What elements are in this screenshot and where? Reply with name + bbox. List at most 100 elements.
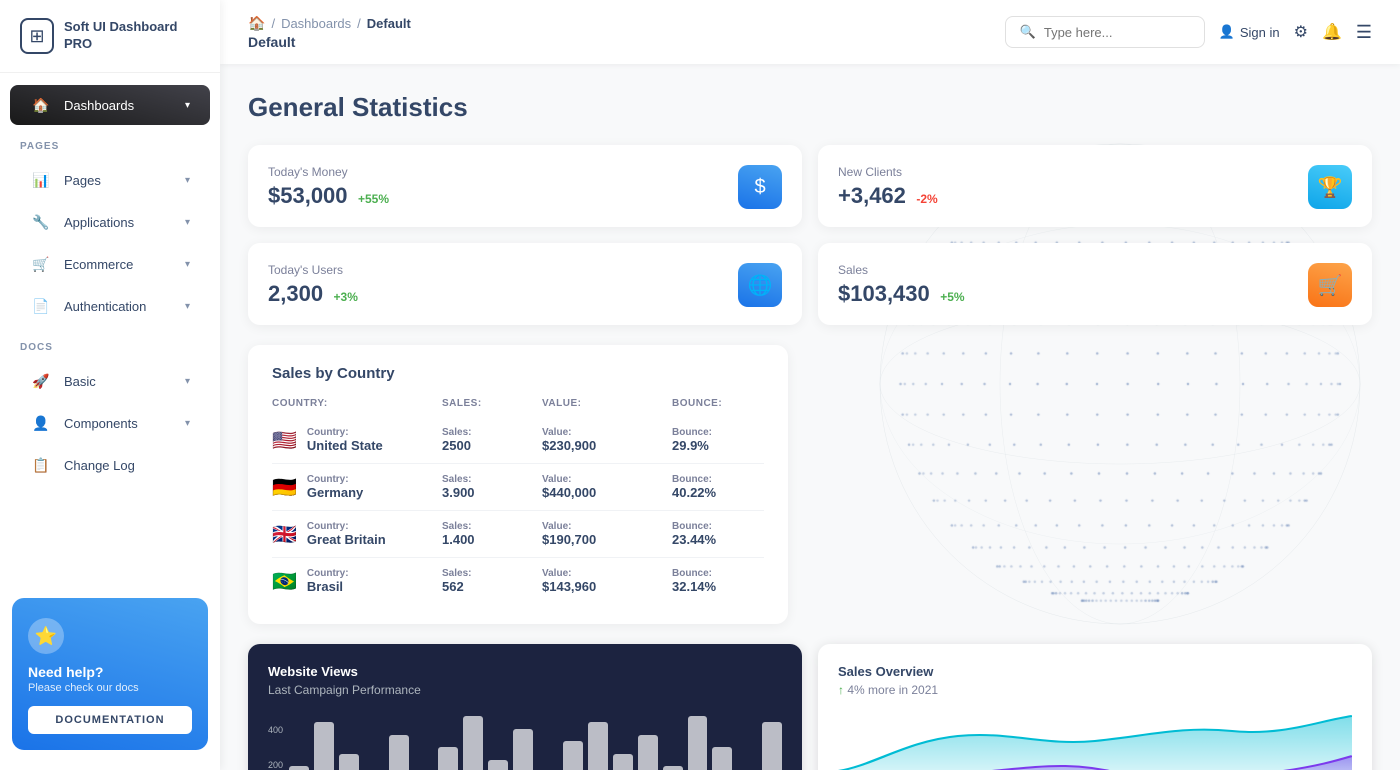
notification-icon[interactable]: 🔔	[1322, 22, 1342, 42]
sales-overview-card: Sales Overview ↑ 4% more in 2021	[818, 644, 1372, 770]
bounce-val-1: 40.22%	[672, 485, 716, 500]
sales-overview-title: Sales Overview	[838, 664, 1352, 679]
th-sales: Sales:	[442, 398, 542, 417]
bounce-col-label-1: Bounce:	[672, 474, 764, 485]
sales-val-0: 2500	[442, 438, 471, 453]
value-cell-2: Value: $190,700	[542, 511, 672, 558]
country-col-label-1: Country:	[307, 474, 363, 485]
stat-value-row-3: $103,430 +5%	[838, 281, 965, 307]
sidebar-item-label-applications: Applications	[64, 215, 134, 230]
sidebar-item-ecommerce[interactable]: 🛒 Ecommerce ▾	[10, 244, 210, 284]
sidebar-item-dashboards[interactable]: 🏠 Dashboards ▾	[10, 85, 210, 125]
dashboards-icon: 🏠	[30, 94, 52, 116]
bar-19	[762, 722, 782, 770]
country-val-3: Brasil	[307, 579, 343, 594]
sales-col-label-0: Sales:	[442, 427, 542, 438]
stat-value-row-1: +3,462 -2%	[838, 183, 938, 209]
value-col-label-3: Value:	[542, 568, 672, 579]
sidebar-item-authentication[interactable]: 📄 Authentication ▾	[10, 286, 210, 326]
stat-change-1: -2%	[916, 192, 937, 206]
th-value: Value:	[542, 398, 672, 417]
topbar: 🏠 / Dashboards / Default Default 🔍 👤 Sig…	[220, 0, 1400, 64]
home-icon[interactable]: 🏠	[248, 15, 265, 32]
content-area: General Statistics Today's Money $53,000…	[220, 64, 1400, 770]
stat-label-3: Sales	[838, 263, 965, 277]
stat-info-1: New Clients +3,462 -2%	[838, 165, 938, 209]
sidebar-item-label-ecommerce: Ecommerce	[64, 257, 133, 272]
bounce-cell-3: Bounce: 32.14%	[672, 558, 764, 605]
country-row-0: 🇺🇸 Country: United State Sales: 2500 Val…	[272, 417, 764, 464]
value-val-3: $143,960	[542, 579, 596, 594]
bar-chart-title: Website Views	[268, 664, 782, 679]
value-val-0: $230,900	[542, 438, 596, 453]
sidebar-item-label-components: Components	[64, 416, 138, 431]
stat-icon-2: 🌐	[738, 263, 782, 307]
sales-cell-0: Sales: 2500	[442, 417, 542, 464]
sales-col-label-3: Sales:	[442, 568, 542, 579]
components-icon: 👤	[30, 412, 52, 434]
sidebar-item-applications[interactable]: 🔧 Applications ▾	[10, 202, 210, 242]
sales-val-2: 1.400	[442, 532, 475, 547]
bar-chart-card: Website Views Last Campaign Performance …	[248, 644, 802, 770]
sidebar-item-label-changelog: Change Log	[64, 458, 135, 473]
bar-16	[688, 716, 708, 770]
signin-label: Sign in	[1240, 25, 1280, 40]
country-table: Country: Sales: Value: Bounce: 🇺🇸 Countr…	[272, 398, 764, 604]
search-input[interactable]	[1044, 25, 1184, 40]
changelog-icon: 📋	[30, 454, 52, 476]
main-area: 🏠 / Dashboards / Default Default 🔍 👤 Sig…	[220, 0, 1400, 770]
sidebar-item-components[interactable]: 👤 Components ▾	[10, 403, 210, 443]
documentation-button[interactable]: DOCUMENTATION	[28, 706, 192, 734]
bottom-charts: Website Views Last Campaign Performance …	[248, 644, 1372, 770]
sales-val-1: 3.900	[442, 485, 475, 500]
bar-9	[513, 729, 533, 770]
country-row-3: 🇧🇷 Country: Brasil Sales: 562 Value: $14…	[272, 558, 764, 605]
bar-chart-sub: Last Campaign Performance	[268, 683, 782, 697]
sidebar-item-label-authentication: Authentication	[64, 299, 146, 314]
hamburger-icon[interactable]: ☰	[1356, 22, 1372, 43]
sales-overview-sub: ↑ 4% more in 2021	[838, 683, 1352, 697]
stat-change-3: +5%	[940, 290, 964, 304]
bar-6	[438, 747, 458, 770]
line-chart: 500 400	[838, 711, 1352, 770]
country-val-2: Great Britain	[307, 532, 386, 547]
sales-overview-change: 4% more in 2021	[847, 683, 938, 697]
sales-cell-2: Sales: 1.400	[442, 511, 542, 558]
value-cell-1: Value: $440,000	[542, 464, 672, 511]
sidebar-item-label-basic: Basic	[64, 374, 96, 389]
sales-overview-change-icon: ↑	[838, 683, 844, 697]
bounce-cell-0: Bounce: 29.9%	[672, 417, 764, 464]
bounce-val-3: 32.14%	[672, 579, 716, 594]
stat-card-2: Today's Users 2,300 +3% 🌐	[248, 243, 802, 325]
value-col-label-1: Value:	[542, 474, 672, 485]
topbar-right: 🔍 👤 Sign in ⚙ 🔔 ☰	[1005, 16, 1372, 48]
chevron-icon-basic: ▾	[185, 376, 190, 387]
sidebar-item-label-pages: Pages	[64, 173, 101, 188]
breadcrumb-dashboards[interactable]: Dashboards	[281, 16, 351, 31]
country-name-2: 🇬🇧 Country: Great Britain	[272, 511, 442, 558]
applications-icon: 🔧	[30, 211, 52, 233]
sidebar-item-basic[interactable]: 🚀 Basic ▾	[10, 361, 210, 401]
help-star-icon: ⭐	[28, 618, 64, 654]
stat-info-2: Today's Users 2,300 +3%	[268, 263, 358, 307]
settings-icon[interactable]: ⚙	[1294, 22, 1308, 42]
sidebar-item-changelog[interactable]: 📋 Change Log	[10, 445, 210, 485]
chevron-icon-pages: ▾	[185, 175, 190, 186]
sidebar-item-pages[interactable]: 📊 Pages ▾	[10, 160, 210, 200]
help-subtitle: Please check our docs	[28, 682, 192, 694]
country-val-1: Germany	[307, 485, 363, 500]
bar-14	[638, 735, 658, 770]
chevron-icon-dashboards: ▾	[185, 100, 190, 111]
bar-chart-bars	[289, 711, 782, 770]
logo-text: Soft UI Dashboard PRO	[64, 19, 200, 53]
stat-label-1: New Clients	[838, 165, 938, 179]
signin-button[interactable]: 👤 Sign in	[1219, 24, 1280, 40]
nav-section-label: PAGES	[0, 127, 220, 158]
bar-15	[663, 766, 683, 770]
stat-card-1: New Clients +3,462 -2% 🏆	[818, 145, 1372, 227]
breadcrumb: 🏠 / Dashboards / Default	[248, 15, 411, 32]
value-cell-0: Value: $230,900	[542, 417, 672, 464]
bar-chart-y-labels: 4002000	[268, 725, 283, 770]
bounce-val-2: 23.44%	[672, 532, 716, 547]
search-box[interactable]: 🔍	[1005, 16, 1205, 48]
